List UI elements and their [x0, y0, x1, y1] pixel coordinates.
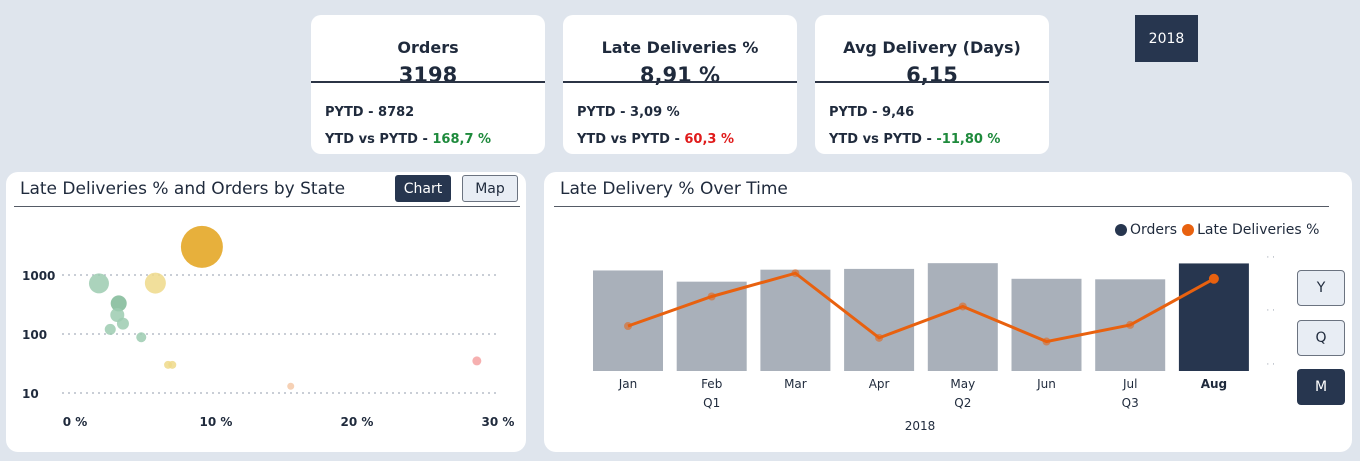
kpi-value: 6,15 [906, 63, 958, 87]
kpi-card-orders: Orders 3198 PYTD - 8782 YTD vs PYTD - 16… [311, 15, 545, 154]
divider [563, 81, 797, 83]
quarter-label: Q3 [1122, 396, 1139, 410]
axis-ellipsis: · · [1266, 306, 1275, 316]
axis-ellipsis: · · [1266, 360, 1275, 370]
scatter-point [136, 332, 147, 343]
quarter-label: Q1 [703, 396, 720, 410]
x-tick-label: 30 % [482, 415, 515, 429]
line-point [875, 333, 884, 342]
year-axis-label: 2018 [905, 419, 936, 433]
scatter-card-rule [14, 206, 520, 207]
combo-card-title: Late Delivery % Over Time [560, 179, 788, 199]
comparison-label: YTD vs PYTD - [577, 132, 685, 147]
scatter-point [104, 323, 116, 335]
kpi-pytd: PYTD - 3,09 % [577, 105, 680, 120]
kpi-comparison: YTD vs PYTD - 168,7 % [325, 132, 491, 147]
legend-orders-label: Orders [1130, 222, 1178, 238]
line-point [1126, 320, 1135, 329]
kpi-comparison: YTD vs PYTD - -11,80 % [829, 132, 1000, 147]
line-point [791, 269, 800, 278]
x-tick-label: Jul [1122, 377, 1137, 391]
chart-toggle-button[interactable]: Chart [395, 175, 451, 202]
x-tick-label: 20 % [341, 415, 374, 429]
scatter-point [144, 272, 166, 294]
kpi-pytd: PYTD - 8782 [325, 105, 415, 120]
bar-jun [1011, 278, 1082, 371]
line-point [1042, 337, 1051, 346]
x-tick-label: Jun [1036, 377, 1056, 391]
y-tick-label: 1000 [22, 269, 55, 283]
comparison-value: -11,80 % [936, 132, 1001, 147]
y-tick-label: 100 [22, 328, 47, 342]
legend-orders-marker [1115, 224, 1127, 236]
x-tick-label: May [950, 377, 975, 391]
combo-card-rule [554, 206, 1329, 207]
kpi-comparison: YTD vs PYTD - 60,3 % [577, 132, 734, 147]
x-tick-label: 10 % [200, 415, 233, 429]
level-y-button[interactable]: Y [1297, 270, 1345, 306]
scatter-point [168, 360, 177, 369]
level-q-button[interactable]: Q [1297, 320, 1345, 356]
x-tick-label: 0 % [63, 415, 88, 429]
x-tick-label: Apr [869, 377, 890, 391]
kpi-value: 8,91 % [639, 63, 721, 87]
line-point [958, 302, 967, 311]
line-point [624, 322, 632, 331]
x-tick-label: Feb [701, 377, 722, 391]
scatter-chart: 10 100 1000 0 % 10 % 20 % 30 % [22, 225, 515, 429]
level-m-button[interactable]: M [1297, 369, 1345, 405]
scatter-card-title: Late Deliveries % and Orders by State [20, 179, 346, 199]
kpi-card-late-deliveries: Late Deliveries % 8,91 % PYTD - 3,09 % Y… [563, 15, 797, 154]
kpi-title: Orders [397, 38, 459, 57]
kpi-title: Late Deliveries % [601, 38, 759, 57]
line-point [1208, 273, 1219, 284]
bar-mar [760, 269, 831, 371]
divider [815, 81, 1049, 83]
comparison-value: 168,7 % [432, 132, 492, 147]
scatter-point [116, 317, 129, 330]
scatter-point [287, 382, 295, 390]
year-slicer-button[interactable]: 2018 [1135, 15, 1198, 62]
bar-jan [593, 270, 663, 371]
kpi-card-avg-delivery: Avg Delivery (Days) 6,15 PYTD - 9,46 YTD… [815, 15, 1049, 154]
x-tick-label: Jan [618, 377, 638, 391]
map-toggle-button[interactable]: Map [462, 175, 518, 202]
comparison-label: YTD vs PYTD - [829, 132, 937, 147]
legend-late-label: Late Deliveries % [1197, 222, 1320, 238]
comparison-value: 60,3 % [684, 132, 735, 147]
comparison-label: YTD vs PYTD - [325, 132, 433, 147]
scatter-point [472, 356, 482, 366]
divider [311, 81, 545, 83]
axis-ellipsis: · · [1266, 253, 1275, 263]
line-point [707, 292, 716, 301]
legend-late-marker [1182, 224, 1195, 236]
combo-legend: Orders Late Deliveries % [1115, 222, 1319, 238]
kpi-value: 3198 [398, 63, 458, 87]
y-tick-label: 10 [22, 387, 39, 401]
kpi-title: Avg Delivery (Days) [843, 38, 1021, 57]
quarter-label: Q2 [954, 396, 971, 410]
kpi-pytd: PYTD - 9,46 [829, 105, 915, 120]
combo-chart: Jan Feb Mar Apr May Jun Jul Aug Q1 Q2 Q3 2018 · · · ·… [593, 253, 1275, 433]
x-tick-label: Aug [1201, 377, 1227, 391]
scatter-point [88, 273, 109, 294]
scatter-point [180, 225, 223, 268]
x-tick-label: Mar [784, 377, 807, 391]
